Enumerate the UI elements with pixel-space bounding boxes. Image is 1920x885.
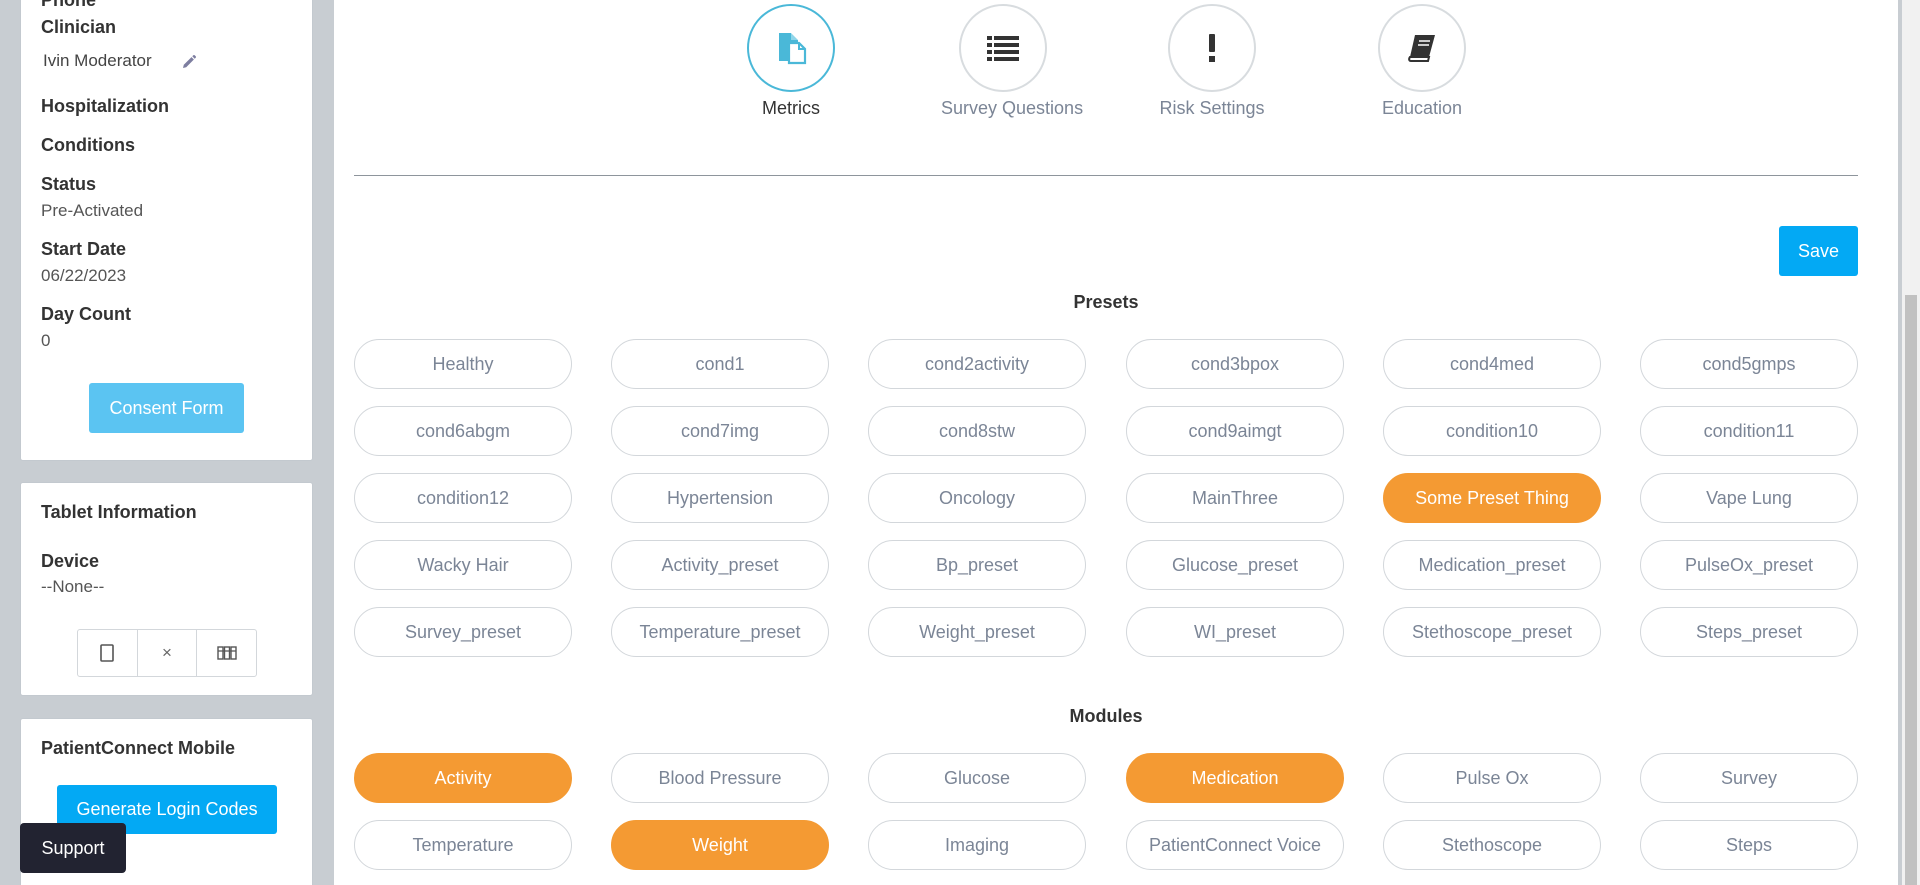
tab-risk-settings[interactable]: Risk Settings xyxy=(1152,4,1272,119)
preset-oncology[interactable]: Oncology xyxy=(868,473,1086,523)
start-date-label: Start Date xyxy=(41,239,127,259)
start-date-value: 06/22/2023 xyxy=(41,266,127,285)
device-label: Device xyxy=(41,551,100,571)
preset-survey-preset[interactable]: Survey_preset xyxy=(354,607,572,657)
preset-condition10[interactable]: condition10 xyxy=(1383,406,1601,456)
patient-info-card: Phone Clinician Ivin Moderator Hospitali… xyxy=(20,0,313,461)
preset-cond4med[interactable]: cond4med xyxy=(1383,339,1601,389)
module-pulse-ox[interactable]: Pulse Ox xyxy=(1383,753,1601,803)
clinician-value: Ivin Moderator xyxy=(43,51,152,70)
metrics-document-icon xyxy=(747,4,835,92)
tab-metrics-label: Metrics xyxy=(762,98,820,118)
tab-risk-settings-label: Risk Settings xyxy=(1159,98,1265,118)
preset-cond3bpox[interactable]: cond3bpox xyxy=(1126,339,1344,389)
module-medication[interactable]: Medication xyxy=(1126,753,1344,803)
tab-metrics[interactable]: Metrics xyxy=(731,4,851,119)
close-icon[interactable]: × xyxy=(138,630,198,676)
module-activity[interactable]: Activity xyxy=(354,753,572,803)
module-weight[interactable]: Weight xyxy=(611,820,829,870)
preset-temperature-preset[interactable]: Temperature_preset xyxy=(611,607,829,657)
preset-stethoscope-preset[interactable]: Stethoscope_preset xyxy=(1383,607,1601,657)
tablet-info-card: Tablet Information Device --None-- × xyxy=(20,482,313,696)
conditions-label: Conditions xyxy=(41,135,135,155)
mobile-title: PatientConnect Mobile xyxy=(41,738,236,758)
device-value: --None-- xyxy=(41,577,105,596)
preset-mainthree[interactable]: MainThree xyxy=(1126,473,1344,523)
preset-pulseox-preset[interactable]: PulseOx_preset xyxy=(1640,540,1858,590)
day-count-label: Day Count xyxy=(41,304,131,324)
support-button[interactable]: Support xyxy=(20,823,126,873)
preset-condition11[interactable]: condition11 xyxy=(1640,406,1858,456)
preset-cond2activity[interactable]: cond2activity xyxy=(868,339,1086,389)
preset-vape-lung[interactable]: Vape Lung xyxy=(1640,473,1858,523)
tablet-action-group: × xyxy=(77,629,257,677)
preset-cond9aimgt[interactable]: cond9aimgt xyxy=(1126,406,1344,456)
barcode-icon[interactable] xyxy=(197,630,256,676)
pencil-icon[interactable] xyxy=(181,54,197,70)
preset-glucose-preset[interactable]: Glucose_preset xyxy=(1126,540,1344,590)
preset-activity-preset[interactable]: Activity_preset xyxy=(611,540,829,590)
modules-title: Modules xyxy=(1069,706,1143,726)
preset-bp-preset[interactable]: Bp_preset xyxy=(868,540,1086,590)
consent-form-button[interactable]: Consent Form xyxy=(89,383,244,433)
preset-steps-preset[interactable]: Steps_preset xyxy=(1640,607,1858,657)
preset-wacky-hair[interactable]: Wacky Hair xyxy=(354,540,572,590)
presets-title: Presets xyxy=(1073,292,1139,312)
preset-wi-preset[interactable]: WI_preset xyxy=(1126,607,1344,657)
tab-survey-questions[interactable]: Survey Questions xyxy=(941,4,1084,119)
tablet-icon[interactable] xyxy=(78,630,138,676)
exclamation-icon xyxy=(1168,4,1256,92)
preset-condition12[interactable]: condition12 xyxy=(354,473,572,523)
preset-cond7img[interactable]: cond7img xyxy=(611,406,829,456)
save-button[interactable]: Save xyxy=(1779,226,1858,276)
list-icon xyxy=(959,4,1047,92)
book-icon xyxy=(1378,4,1466,92)
preset-medication-preset[interactable]: Medication_preset xyxy=(1383,540,1601,590)
module-imaging[interactable]: Imaging xyxy=(868,820,1086,870)
module-stethoscope[interactable]: Stethoscope xyxy=(1383,820,1601,870)
tab-education[interactable]: Education xyxy=(1362,4,1482,119)
tablet-info-title: Tablet Information xyxy=(41,502,197,522)
preset-cond8stw[interactable]: cond8stw xyxy=(868,406,1086,456)
preset-weight-preset[interactable]: Weight_preset xyxy=(868,607,1086,657)
module-patientconnect-voice[interactable]: PatientConnect Voice xyxy=(1126,820,1344,870)
tab-education-label: Education xyxy=(1381,98,1463,118)
preset-cond6abgm[interactable]: cond6abgm xyxy=(354,406,572,456)
tab-survey-questions-label: Survey Questions xyxy=(941,98,1084,118)
page-scrollbar[interactable] xyxy=(1902,0,1920,885)
clinician-label: Clinician xyxy=(41,17,117,37)
main-panel: Metrics Survey Questions Risk Settings E… xyxy=(334,0,1898,885)
phone-label: Phone xyxy=(41,0,97,10)
module-survey[interactable]: Survey xyxy=(1640,753,1858,803)
preset-cond5gmps[interactable]: cond5gmps xyxy=(1640,339,1858,389)
module-glucose[interactable]: Glucose xyxy=(868,753,1086,803)
preset-healthy[interactable]: Healthy xyxy=(354,339,572,389)
hospitalization-label: Hospitalization xyxy=(41,96,170,116)
module-steps[interactable]: Steps xyxy=(1640,820,1858,870)
day-count-value: 0 xyxy=(41,331,51,350)
module-temperature[interactable]: Temperature xyxy=(354,820,572,870)
tabs-divider xyxy=(354,175,1858,176)
module-blood-pressure[interactable]: Blood Pressure xyxy=(611,753,829,803)
preset-some-preset-thing[interactable]: Some Preset Thing xyxy=(1383,473,1601,523)
status-label: Status xyxy=(41,174,97,194)
status-value: Pre-Activated xyxy=(41,201,144,220)
preset-hypertension[interactable]: Hypertension xyxy=(611,473,829,523)
preset-cond1[interactable]: cond1 xyxy=(611,339,829,389)
scrollbar-thumb[interactable] xyxy=(1905,295,1917,885)
